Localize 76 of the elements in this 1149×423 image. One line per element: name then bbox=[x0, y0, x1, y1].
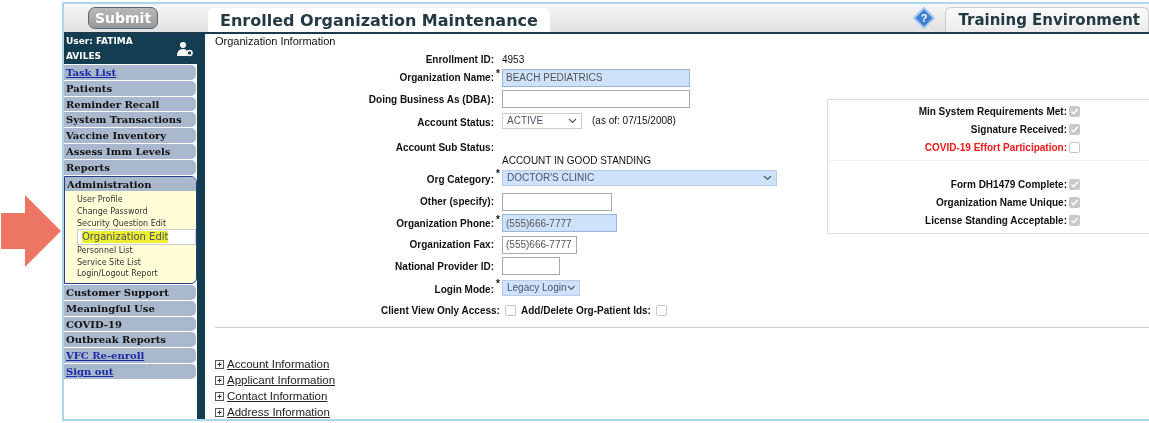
submenu-item[interactable]: Organization Edit bbox=[77, 229, 196, 246]
sidebar-item[interactable]: Reminder Recall bbox=[64, 96, 196, 112]
sidebar-item[interactable]: Meaningful Use bbox=[64, 300, 196, 316]
field-label: Account Status: bbox=[416, 115, 494, 130]
required-asterisk: * bbox=[496, 168, 500, 179]
field-label: Org Category: bbox=[425, 172, 494, 187]
section-link[interactable]: Account Information bbox=[227, 358, 330, 370]
expand-icon[interactable] bbox=[215, 359, 224, 369]
input-field[interactable] bbox=[502, 192, 612, 211]
submenu-item[interactable]: User Profile bbox=[77, 194, 196, 206]
status-label: Signature Received: bbox=[970, 123, 1067, 135]
field-label: Organization Fax: bbox=[408, 238, 494, 253]
checkbox-label: Client View Only Access: bbox=[381, 303, 500, 318]
input-field[interactable]: (555)666-7777 bbox=[502, 235, 577, 254]
field-label: Login Mode: bbox=[433, 282, 494, 297]
required-asterisk: * bbox=[496, 278, 500, 289]
sidebar-item[interactable]: Customer Support bbox=[64, 284, 196, 300]
submenu-item[interactable]: Security Question Edit bbox=[77, 217, 196, 230]
environment-tab[interactable]: Training Environment bbox=[945, 7, 1149, 32]
field-label: Other (specify): bbox=[419, 195, 494, 210]
submenu-item[interactable]: Service Site List bbox=[77, 256, 196, 269]
submenu-item[interactable]: Personnel List bbox=[77, 245, 196, 257]
status-label: License Standing Acceptable: bbox=[925, 214, 1067, 226]
chevron-icon bbox=[568, 117, 577, 124]
required-asterisk: * bbox=[496, 213, 500, 225]
select-field[interactable]: DOCTOR'S CLINIC bbox=[502, 169, 777, 186]
arrow-icon bbox=[1, 195, 61, 267]
help-icon[interactable]: ? bbox=[913, 7, 936, 29]
field-value: 4953 bbox=[502, 53, 525, 65]
select-field[interactable]: ACTIVE bbox=[502, 112, 582, 129]
sidebar-item[interactable]: Administration bbox=[65, 176, 196, 192]
status-label: Form DH1479 Complete: bbox=[950, 178, 1067, 190]
field-label: Organization Phone: bbox=[395, 216, 494, 231]
sidebar-link[interactable]: VFC Re-enroll bbox=[64, 348, 196, 363]
field-label: National Provider ID: bbox=[394, 259, 494, 274]
expand-icon[interactable] bbox=[215, 375, 224, 385]
sidebar-link[interactable]: Task List bbox=[64, 65, 196, 80]
chevron-icon bbox=[566, 284, 575, 291]
chevron-icon bbox=[763, 174, 772, 181]
submenu-item[interactable]: Change Password bbox=[77, 205, 196, 218]
status-label: COVID-19 Effort Participation: bbox=[924, 141, 1067, 153]
sidebar-item[interactable]: System Transactions bbox=[64, 112, 196, 128]
section-link[interactable]: Address Information bbox=[227, 406, 330, 418]
status-label: Min System Requirements Met: bbox=[918, 105, 1067, 117]
expand-icon[interactable] bbox=[215, 391, 224, 401]
user-name: User: FATIMA AVILES bbox=[66, 35, 134, 63]
sidebar-link[interactable]: Sign out bbox=[64, 363, 196, 379]
submenu-item[interactable]: Login/Logout Report bbox=[77, 268, 196, 280]
input-field[interactable]: BEACH PEDIATRICS bbox=[502, 68, 690, 87]
status-date: (as of: 07/15/2008) bbox=[592, 115, 676, 127]
field-label: Enrollment ID: bbox=[424, 52, 494, 67]
field-label: Doing Business As (DBA): bbox=[367, 92, 494, 107]
sidebar-item[interactable]: Outbreak Reports bbox=[64, 332, 196, 348]
checkbox-label: Add/Delete Org-Patient Ids: bbox=[520, 303, 651, 318]
section-link[interactable]: Applicant Information bbox=[227, 374, 336, 386]
section-link[interactable]: Contact Information bbox=[227, 390, 328, 402]
sidebar-item[interactable]: COVID-19 bbox=[64, 316, 196, 332]
section-title: Organization Information bbox=[215, 35, 337, 47]
expand-icon[interactable] bbox=[215, 407, 224, 417]
sidebar-item[interactable]: Patients bbox=[64, 80, 196, 96]
user-settings-icon[interactable] bbox=[177, 41, 193, 57]
checkbox[interactable] bbox=[655, 304, 667, 316]
select-field[interactable]: Legacy Login bbox=[502, 279, 580, 296]
input-field[interactable]: (555)666-7777 bbox=[502, 214, 617, 233]
required-asterisk: * bbox=[496, 68, 500, 79]
sidebar-item[interactable]: Reports bbox=[64, 159, 196, 175]
sidebar-item[interactable]: Vaccine Inventory bbox=[64, 128, 196, 143]
status-label: Organization Name Unique: bbox=[935, 196, 1067, 208]
input-field[interactable] bbox=[502, 257, 560, 276]
sidebar-item[interactable]: Assess Imm Levels bbox=[64, 144, 196, 159]
field-value: ACCOUNT IN GOOD STANDING bbox=[502, 155, 652, 166]
page-tab[interactable]: Enrolled Organization Maintenance bbox=[208, 8, 550, 32]
field-label: Organization Name: bbox=[398, 71, 494, 86]
input-field[interactable] bbox=[502, 90, 690, 109]
field-label: Account Sub Status: bbox=[394, 141, 494, 155]
checkbox[interactable] bbox=[504, 304, 516, 316]
